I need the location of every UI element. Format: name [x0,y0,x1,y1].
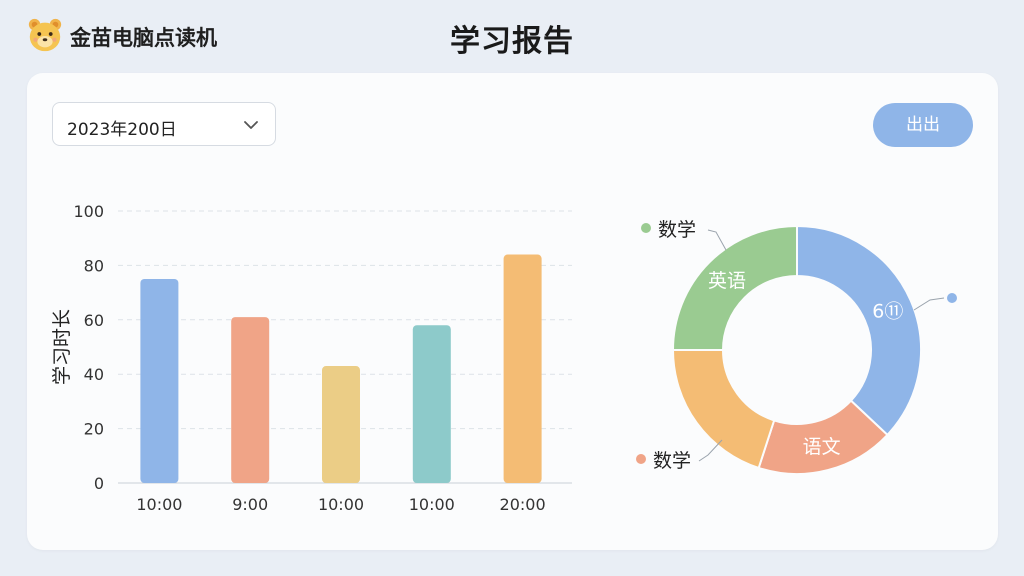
x-tick-label: 10:00 [136,495,182,514]
study-time-bar-chart: 0 20 40 60 80 100 学习时长 10:00 9:00 10:00 10:00 20:00 [51,202,572,514]
bar [231,317,270,483]
y-tick-label: 40 [84,365,104,384]
y-tick-label: 0 [94,474,104,493]
y-tick-label: 100 [73,202,104,221]
x-tick-label: 10:00 [318,495,364,514]
bar [140,279,179,483]
export-button[interactable]: 出出 [873,103,973,147]
y-tick-label: 80 [84,256,104,275]
x-tick-label: 9:00 [232,495,268,514]
bar [322,366,360,483]
bar [412,325,451,483]
y-tick-label: 60 [84,311,104,330]
y-axis-label: 学习时长 [51,309,73,385]
bar [503,254,542,483]
y-tick-label: 20 [84,420,104,439]
x-tick-label: 20:00 [500,495,546,514]
x-tick-label: 10:00 [409,495,455,514]
